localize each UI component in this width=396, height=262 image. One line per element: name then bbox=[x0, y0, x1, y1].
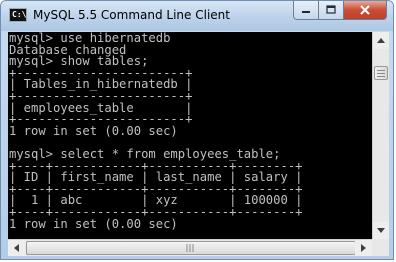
console-output[interactable]: mysql> use hibernatedb Database changed … bbox=[8, 32, 372, 239]
horizontal-scrollbar[interactable] bbox=[8, 239, 372, 256]
minimize-icon bbox=[302, 11, 310, 13]
window-controls bbox=[293, 1, 387, 21]
app-icon-text: C:\ bbox=[12, 10, 27, 19]
grip-icon bbox=[186, 244, 196, 252]
scroll-up-button[interactable] bbox=[373, 32, 389, 49]
maximize-icon bbox=[326, 5, 336, 14]
grip-icon bbox=[377, 69, 385, 77]
scroll-left-button[interactable] bbox=[8, 240, 25, 256]
vertical-scrollbar[interactable] bbox=[372, 32, 389, 239]
scrollbar-corner bbox=[372, 239, 389, 256]
title-bar[interactable]: C:\ MySQL 5.5 Command Line Client bbox=[1, 1, 393, 31]
close-icon bbox=[360, 5, 370, 15]
console-app-icon[interactable]: C:\ bbox=[9, 8, 27, 22]
arrow-down-icon bbox=[377, 228, 385, 233]
minimize-button[interactable] bbox=[293, 1, 319, 20]
console-window: C:\ MySQL 5.5 Command Line Client mysql>… bbox=[0, 0, 394, 260]
arrow-left-icon bbox=[14, 244, 19, 252]
close-button[interactable] bbox=[344, 1, 387, 20]
scroll-right-button[interactable] bbox=[355, 240, 372, 256]
console-line: 1 row in set (0.00 sec) bbox=[9, 123, 178, 138]
vertical-scroll-thumb[interactable] bbox=[374, 66, 388, 80]
console-line: 1 row in set (0.00 sec) bbox=[9, 216, 178, 231]
console-text: mysql> use hibernatedb Database changed … bbox=[8, 32, 372, 230]
arrow-right-icon bbox=[361, 244, 366, 252]
horizontal-scroll-thumb[interactable] bbox=[26, 241, 356, 255]
arrow-up-icon bbox=[377, 38, 385, 43]
window-title: MySQL 5.5 Command Line Client bbox=[33, 8, 230, 22]
scroll-down-button[interactable] bbox=[373, 222, 389, 239]
maximize-button[interactable] bbox=[319, 1, 344, 20]
